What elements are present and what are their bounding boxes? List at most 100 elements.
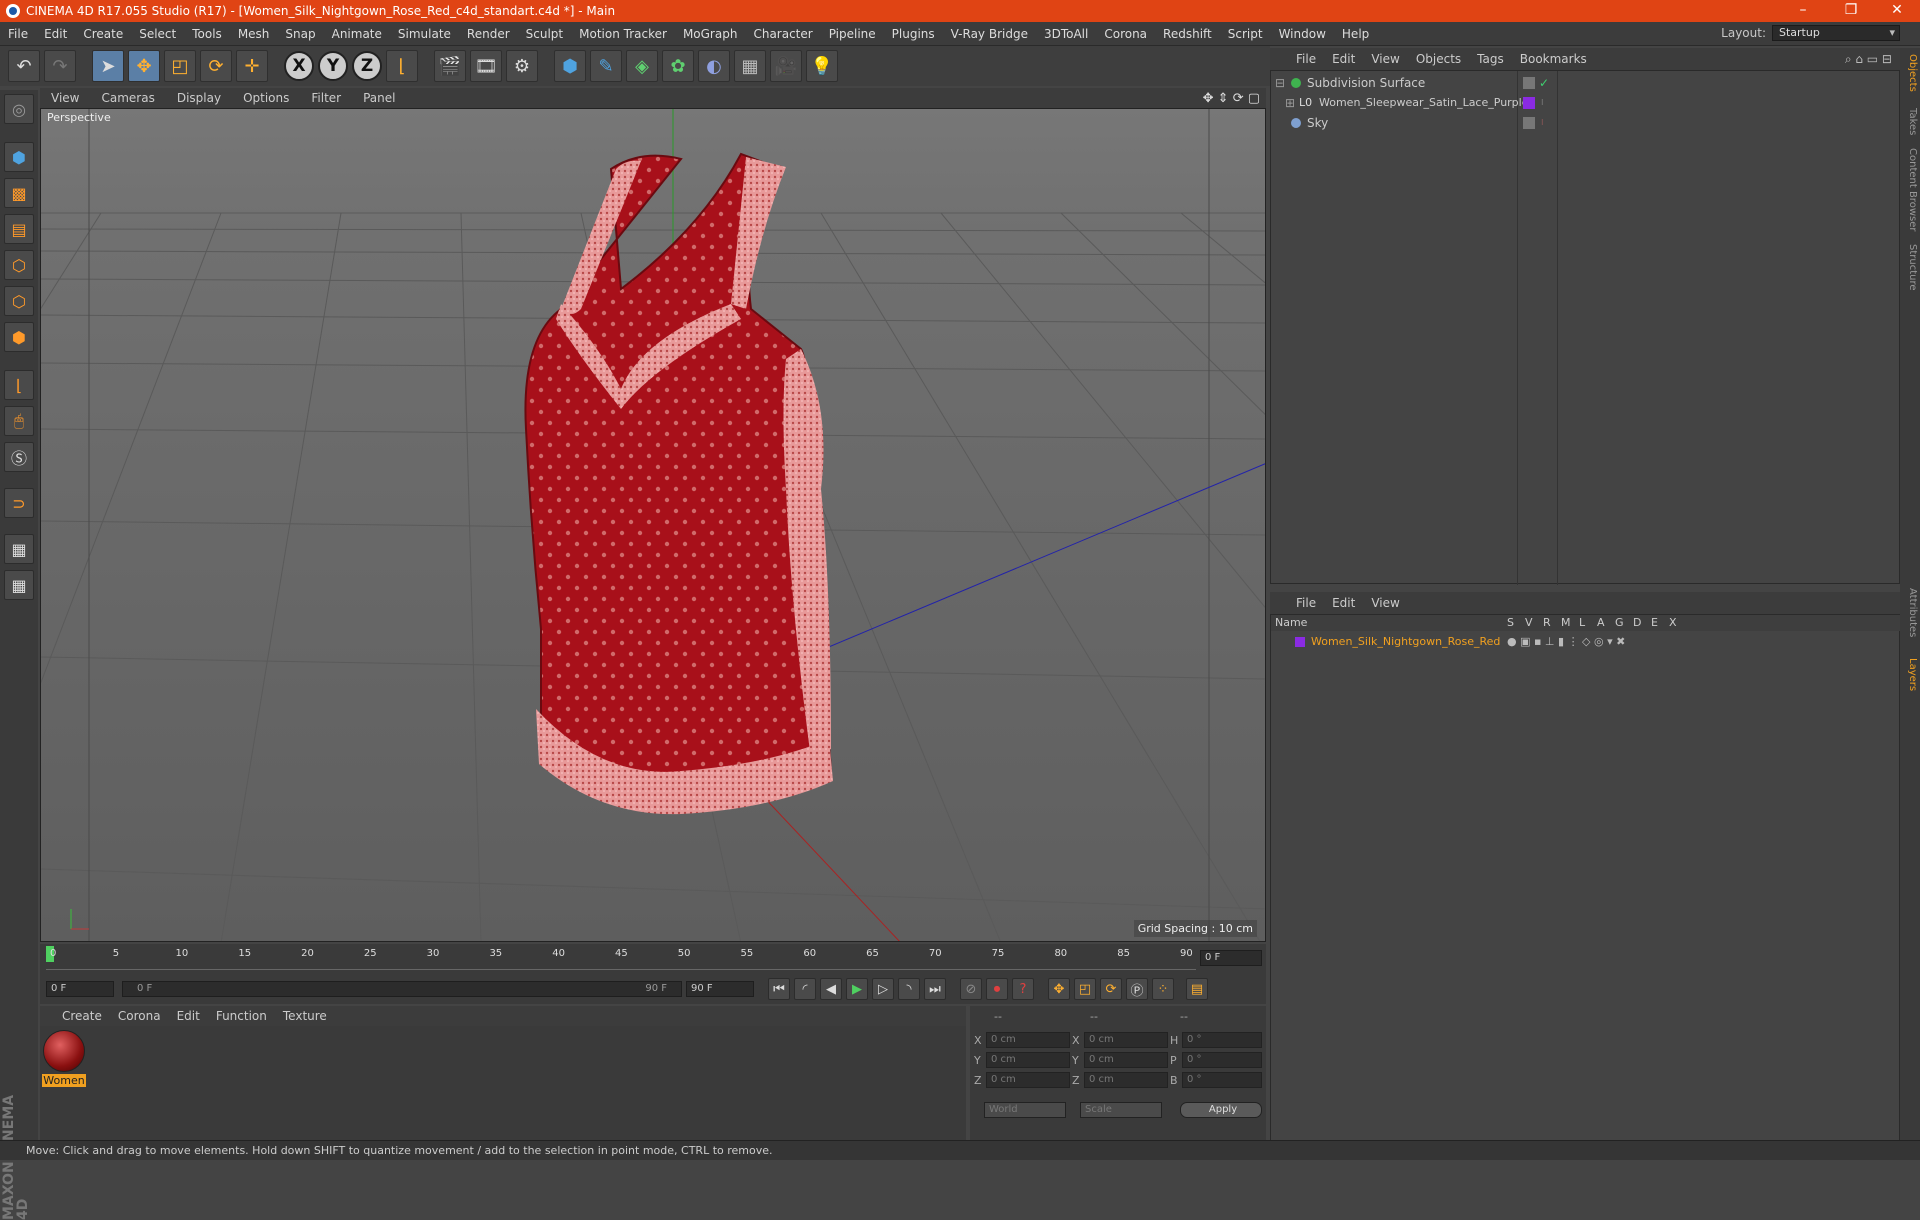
menu-edit[interactable]: Edit [36,27,75,41]
layer-menu-view[interactable]: View [1363,596,1407,610]
menu-vray-bridge[interactable]: V-Ray Bridge [943,27,1036,41]
layout-dropdown[interactable]: Startup [1772,25,1900,41]
go-to-end-icon[interactable]: ⏭ [924,978,946,1000]
object-row-sky[interactable]: Sky ⁝ [1271,113,1901,133]
mat-menu-texture[interactable]: Texture [275,1009,335,1023]
key-pla-icon[interactable]: ⁘ [1152,978,1174,1000]
menu-redshift[interactable]: Redshift [1155,27,1220,41]
tab-structure[interactable]: Structure [1902,244,1918,291]
menu-simulate[interactable]: Simulate [390,27,459,41]
camera-icon[interactable]: 🎥 [770,50,802,82]
menu-motion-tracker[interactable]: Motion Tracker [571,27,675,41]
menu-snap[interactable]: Snap [277,27,323,41]
pos-z-field[interactable]: 0 cm [986,1072,1070,1088]
tweak-mode-icon[interactable]: 🖱 [4,406,34,436]
floor-icon[interactable]: ▦ [734,50,766,82]
render-view-icon[interactable]: 🎬 [434,50,466,82]
menu-render[interactable]: Render [459,27,518,41]
editor-visibility-icon[interactable] [1523,77,1535,89]
obj-menu-tags[interactable]: Tags [1469,52,1512,66]
undo-icon[interactable]: ↶ [8,50,40,82]
autokey-icon[interactable]: ⏺ [986,978,1008,1000]
layer-color-swatch[interactable] [1295,637,1305,647]
spline-pen-icon[interactable]: ✎ [590,50,622,82]
subdivision-surface-icon[interactable]: ◈ [626,50,658,82]
rot-h-field[interactable]: 0 ° [1182,1032,1262,1048]
end-frame-field[interactable]: 90 F [686,981,754,997]
key-scale-icon[interactable]: ◰ [1074,978,1096,1000]
x-axis-lock-icon[interactable]: X [284,51,314,81]
size-z-field[interactable]: 0 cm [1084,1072,1168,1088]
menu-tools[interactable]: Tools [184,27,230,41]
pos-y-field[interactable]: 0 cm [986,1052,1070,1068]
edges-mode-icon[interactable]: ⬡ [4,286,34,316]
mat-menu-edit[interactable]: Edit [169,1009,208,1023]
menu-sculpt[interactable]: Sculpt [518,27,571,41]
select-arrow-icon[interactable]: ➤ [92,50,124,82]
menu-script[interactable]: Script [1220,27,1271,41]
tab-attributes[interactable]: Attributes [1902,588,1918,637]
play-icon[interactable]: ▶ [846,978,868,1000]
enabled-check-icon[interactable]: ✓ [1539,73,1549,93]
layer-row[interactable]: Women_Silk_Nightgown_Rose_Red ● ▣ ▪ ⊥ ▮ … [1271,633,1901,651]
layer-menu-file[interactable]: File [1288,596,1324,610]
coord-mode-dropdown[interactable]: World [984,1102,1066,1118]
solo-mode-icon[interactable]: Ⓢ [4,442,34,472]
viewport-menu-view[interactable]: View [40,91,90,105]
snap-icon[interactable]: ⊃ [4,488,34,518]
tab-content-browser[interactable]: Content Browser [1902,148,1918,231]
size-x-field[interactable]: 0 cm [1084,1032,1168,1048]
pos-x-field[interactable]: 0 cm [986,1032,1070,1048]
visibility-dots-icon[interactable]: ⁝ [1541,113,1544,133]
menu-create[interactable]: Create [75,27,131,41]
menu-file[interactable]: File [0,27,36,41]
menu-animate[interactable]: Animate [324,27,390,41]
light-icon[interactable]: 💡 [806,50,838,82]
mat-menu-corona[interactable]: Corona [110,1009,169,1023]
editor-visibility-icon[interactable] [1523,117,1535,129]
grid-rotate-icon[interactable]: ▦ [4,570,34,600]
viewport-menu-cameras[interactable]: Cameras [90,91,165,105]
render-settings-icon[interactable]: ⚙ [506,50,538,82]
make-editable-icon[interactable]: ◎ [4,94,34,124]
apply-button[interactable]: Apply [1180,1102,1262,1118]
size-y-field[interactable]: 0 cm [1084,1052,1168,1068]
layer-name[interactable]: Women_Silk_Nightgown_Rose_Red [1311,633,1500,651]
rot-b-field[interactable]: 0 ° [1182,1072,1262,1088]
layer-menu-edit[interactable]: Edit [1324,596,1363,610]
z-axis-lock-icon[interactable]: Z [352,51,382,81]
coordinate-system-icon[interactable]: ⌊ [386,50,418,82]
key-rotation-icon[interactable]: ⟳ [1100,978,1122,1000]
start-frame-field[interactable]: 0 F [46,981,114,997]
keyframe-selection-icon[interactable]: ? [1012,978,1034,1000]
texture-mode-icon[interactable]: ▩ [4,178,34,208]
perspective-viewport[interactable]: Perspective Grid Spacing : 10 cm [40,108,1266,942]
menu-character[interactable]: Character [745,27,820,41]
workplane-mode-icon[interactable]: ▤ [4,214,34,244]
previous-frame-icon[interactable]: ◀ [820,978,842,1000]
obj-menu-view[interactable]: View [1363,52,1407,66]
viewport-menu-display[interactable]: Display [166,91,232,105]
key-parameter-icon[interactable]: Ⓟ [1126,978,1148,1000]
close-button[interactable]: ✕ [1874,0,1920,22]
scale-tool-icon[interactable]: ◰ [164,50,196,82]
obj-menu-file[interactable]: File [1288,52,1324,66]
next-frame-icon[interactable]: ▷ [872,978,894,1000]
previous-key-icon[interactable]: ◜ [794,978,816,1000]
collapse-icon[interactable]: ⊟ [1275,73,1285,93]
rotate-tool-icon[interactable]: ⟳ [200,50,232,82]
move-tool-icon[interactable]: ✥ [128,50,160,82]
y-axis-lock-icon[interactable]: Y [318,51,348,81]
object-row-subdivision[interactable]: ⊟ Subdivision Surface ✓ [1271,73,1901,93]
menu-plugins[interactable]: Plugins [884,27,943,41]
obj-menu-bookmarks[interactable]: Bookmarks [1512,52,1595,66]
viewport-menu-options[interactable]: Options [232,91,300,105]
layer-color-icon[interactable] [1523,97,1535,109]
menu-mesh[interactable]: Mesh [230,27,278,41]
deformer-icon[interactable]: ◐ [698,50,730,82]
move-transform-icon[interactable]: ✛ [236,50,268,82]
menu-window[interactable]: Window [1271,27,1334,41]
polygons-mode-icon[interactable]: ⬢ [4,322,34,352]
viewport-menu-filter[interactable]: Filter [300,91,352,105]
go-to-start-icon[interactable]: ⏮ [768,978,790,1000]
